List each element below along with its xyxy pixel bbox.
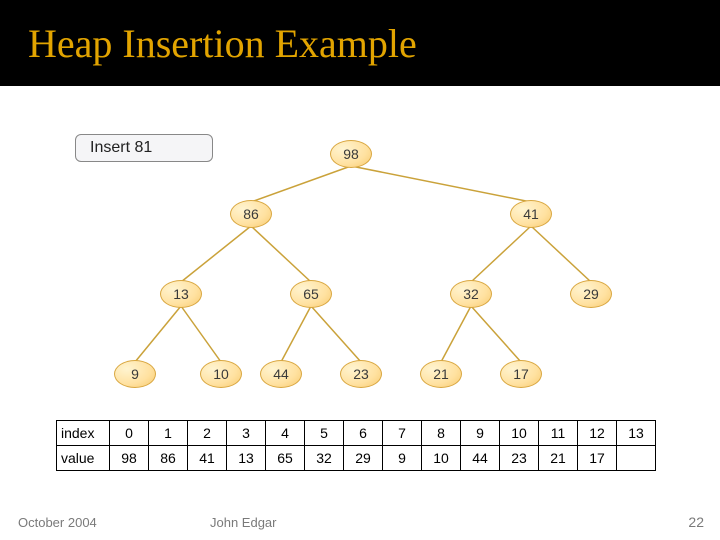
tree-node: 65: [290, 280, 332, 308]
tree-node: 9: [114, 360, 156, 388]
table-cell-value: 29: [344, 446, 383, 471]
table-cell-value: 41: [188, 446, 227, 471]
tree-node: 17: [500, 360, 542, 388]
table-cell-value: 23: [500, 446, 539, 471]
table-cell-value: 44: [461, 446, 500, 471]
table-row-value: value 9886411365322991044232117: [57, 446, 656, 471]
table-cell-index: 2: [188, 421, 227, 446]
tree-node: 41: [510, 200, 552, 228]
table-cell-index: 9: [461, 421, 500, 446]
tree-node: 21: [420, 360, 462, 388]
table-cell-index: 6: [344, 421, 383, 446]
table-cell-index: 13: [617, 421, 656, 446]
tree-node: 98: [330, 140, 372, 168]
tree-node: 86: [230, 200, 272, 228]
table-cell-index: 0: [110, 421, 149, 446]
table-cell-value: 13: [227, 446, 266, 471]
title-bar: Heap Insertion Example: [0, 0, 720, 86]
table-cell-index: 11: [539, 421, 578, 446]
table-cell-index: 4: [266, 421, 305, 446]
table-cell-value: 10: [422, 446, 461, 471]
table-cell-value: 21: [539, 446, 578, 471]
table-cell-index: 12: [578, 421, 617, 446]
footer-date: October 2004: [18, 515, 97, 530]
table-cell-value: 17: [578, 446, 617, 471]
tree-node: 13: [160, 280, 202, 308]
table-cell-value: 9: [383, 446, 422, 471]
table-cell-value: 65: [266, 446, 305, 471]
footer-author: John Edgar: [210, 515, 277, 530]
row-label-value: value: [57, 446, 110, 471]
table-cell-index: 5: [305, 421, 344, 446]
tree-node: 10: [200, 360, 242, 388]
page-title: Heap Insertion Example: [28, 20, 417, 67]
row-label-index: index: [57, 421, 110, 446]
page-number: 22: [688, 514, 704, 530]
heap-array-table: index 012345678910111213 value 988641136…: [56, 420, 656, 471]
table-cell-value: 32: [305, 446, 344, 471]
table-cell-index: 10: [500, 421, 539, 446]
table-cell-value: 86: [149, 446, 188, 471]
table-cell-value: 98: [110, 446, 149, 471]
table-row-index: index 012345678910111213: [57, 421, 656, 446]
table-cell-index: 3: [227, 421, 266, 446]
heap-tree: 98 86 41 13 65 32 29 9 10 44 23 21 17: [60, 130, 660, 420]
tree-node: 32: [450, 280, 492, 308]
table-cell-index: 1: [149, 421, 188, 446]
tree-node: 44: [260, 360, 302, 388]
table-cell-value: [617, 446, 656, 471]
table-cell-index: 7: [383, 421, 422, 446]
tree-node: 23: [340, 360, 382, 388]
table-cell-index: 8: [422, 421, 461, 446]
tree-node: 29: [570, 280, 612, 308]
